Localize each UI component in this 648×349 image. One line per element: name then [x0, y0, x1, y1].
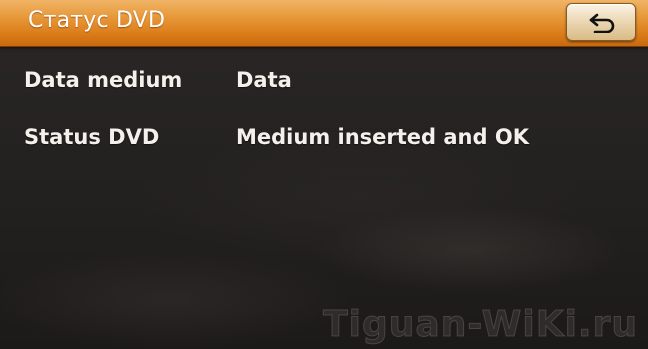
return-arrow-icon: [589, 13, 615, 33]
dvd-status-screen: Статус DVD Data medium Data Status DVD M…: [0, 0, 648, 349]
data-medium-label: Data medium: [24, 68, 183, 92]
back-button[interactable]: [566, 3, 636, 41]
watermark: Tiguan-WiKi.ru: [323, 304, 638, 346]
status-dvd-label: Status DVD: [24, 125, 160, 149]
status-dvd-value: Medium inserted and OK: [236, 125, 529, 149]
page-title: Статус DVD: [28, 8, 166, 33]
data-medium-value: Data: [236, 68, 292, 92]
title-bar: Статус DVD: [0, 0, 648, 46]
